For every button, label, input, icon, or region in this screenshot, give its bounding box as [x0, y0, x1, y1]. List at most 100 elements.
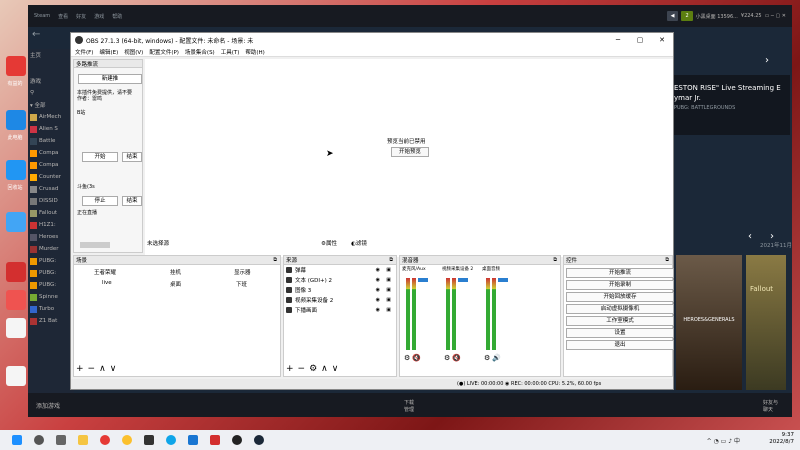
gear-icon[interactable]: ⚙ [444, 354, 450, 362]
menu-edit[interactable]: 编辑(E) [99, 48, 118, 56]
friends-chat-button[interactable]: 好友与 聊天 [763, 399, 778, 413]
downloads-button[interactable]: 下载 管理 [404, 399, 414, 413]
add-game-button[interactable]: 添加游戏 [36, 401, 60, 410]
desktop-icon-5[interactable] [6, 262, 26, 282]
visibility-icon[interactable]: ◉ [376, 287, 380, 293]
scene-item[interactable]: 下班 [236, 280, 286, 288]
system-tray-icons[interactable]: ^ ◔ ▭ ♪ 中 [707, 436, 740, 445]
menu-scene-collection[interactable]: 场景集合(S) [185, 48, 215, 56]
sidebar-header[interactable]: 游戏 [28, 75, 74, 87]
studio-mode-button[interactable]: 工作室模式 [566, 316, 674, 326]
steam-menu-view[interactable]: 查看 [58, 13, 68, 20]
add-icon[interactable]: + [286, 364, 294, 374]
muted-speaker-icon[interactable]: 🔇 [452, 354, 461, 362]
desktop-icon-8[interactable] [6, 366, 26, 386]
sidebar-game-item[interactable]: Crusad [28, 183, 74, 195]
dock-float-icon[interactable]: ⧉ [665, 257, 669, 263]
sidebar-game-item[interactable]: AirMech [28, 111, 74, 123]
up-icon[interactable]: ∧ [321, 364, 328, 374]
steam-menu-steam[interactable]: Steam [34, 13, 50, 19]
down-icon[interactable]: ∨ [110, 364, 117, 374]
window-controls[interactable]: ▭ ─ ▢ ✕ [765, 13, 786, 19]
obs-taskbar-icon[interactable] [232, 435, 242, 445]
sidebar-game-item[interactable]: Compa [28, 147, 74, 159]
dock-scrollbar[interactable] [80, 242, 110, 248]
sidebar-game-item[interactable]: Z1 Bat [28, 315, 74, 327]
muted-speaker-icon[interactable]: 🔇 [412, 354, 421, 362]
edge-icon[interactable] [166, 435, 176, 445]
douyu-end-button[interactable]: 结束 [122, 196, 142, 206]
bilibili-start-button[interactable]: 开始 [82, 152, 118, 162]
maximize-icon[interactable]: ▢ [629, 33, 651, 47]
start-preview-button[interactable]: 开始预览 [391, 147, 429, 157]
sidebar-all[interactable]: ▾ 全部 [28, 99, 74, 111]
sidebar-game-item[interactable]: Heroes [28, 231, 74, 243]
desktop-icon-6[interactable] [6, 290, 26, 310]
search-icon[interactable] [34, 435, 44, 445]
file-explorer-icon[interactable] [78, 435, 88, 445]
lock-icon[interactable]: ▣ [386, 277, 391, 283]
gear-icon[interactable]: ⚙ [484, 354, 490, 362]
scene-item[interactable]: live [102, 280, 152, 286]
desktop-icon-7[interactable] [6, 318, 26, 338]
scene-item[interactable]: 桌面 [170, 280, 220, 288]
volume-fader[interactable] [498, 278, 508, 282]
notification-badge[interactable]: 2 [681, 11, 693, 21]
douyu-stop-button[interactable]: 停止 [82, 196, 118, 206]
lock-icon[interactable]: ▣ [386, 307, 391, 313]
steam-menu-games[interactable]: 游戏 [94, 13, 104, 20]
lock-icon[interactable]: ▣ [386, 287, 391, 293]
scene-item[interactable]: 挂机 [170, 268, 220, 276]
sidebar-game-item[interactable]: Murder [28, 243, 74, 255]
lock-icon[interactable]: ▣ [386, 297, 391, 303]
app-blue-icon[interactable] [188, 435, 198, 445]
gear-icon[interactable]: ⚙ [309, 364, 317, 374]
virtual-camera-button[interactable]: 启动虚拟摄像机 [566, 304, 674, 314]
source-item[interactable]: 弹幕 ◉ ▣ [284, 265, 396, 275]
preview-area[interactable] [145, 59, 673, 257]
back-icon[interactable]: ← [32, 29, 40, 40]
properties-button[interactable]: ⚙属性 [321, 239, 337, 247]
game-tile-fallout[interactable]: Fallout [746, 255, 786, 390]
minimize-icon[interactable]: ─ [607, 33, 629, 47]
exit-button[interactable]: 退出 [566, 340, 674, 350]
add-icon[interactable]: + [76, 364, 84, 374]
remove-icon[interactable]: − [88, 364, 96, 374]
sidebar-game-item[interactable]: Counter [28, 171, 74, 183]
chrome-icon[interactable] [122, 435, 132, 445]
gear-icon[interactable]: ⚙ [404, 354, 410, 362]
settings-button[interactable]: 设置 [566, 328, 674, 338]
up-icon[interactable]: ∧ [99, 364, 106, 374]
sidebar-game-item[interactable]: DISSID [28, 195, 74, 207]
dock-float-icon[interactable]: ⧉ [389, 257, 393, 263]
sidebar-game-item[interactable]: H1Z1: [28, 219, 74, 231]
visibility-icon[interactable]: ◉ [376, 267, 380, 273]
feature-next-icon[interactable]: › [765, 55, 769, 66]
source-item[interactable]: 文本 (GDI+) 2 ◉ ▣ [284, 275, 396, 285]
steam-taskbar-icon[interactable] [254, 435, 264, 445]
steam-menu-help[interactable]: 帮助 [112, 13, 122, 20]
replay-buffer-button[interactable]: 开始回放缓存 [566, 292, 674, 302]
dock-float-icon[interactable]: ⧉ [553, 257, 557, 263]
scene-item[interactable]: 显示器 [234, 268, 284, 276]
bilibili-end-button[interactable]: 结束 [122, 152, 142, 162]
remove-icon[interactable]: − [298, 364, 306, 374]
sidebar-game-item[interactable]: Spinne [28, 291, 74, 303]
sidebar-home[interactable]: 主页 [28, 49, 74, 61]
dock-float-icon[interactable]: ⧉ [273, 257, 277, 263]
source-item[interactable]: 下播画面 ◉ ▣ [284, 305, 396, 315]
sidebar-game-item[interactable]: Compa [28, 159, 74, 171]
sidebar-game-item[interactable]: PUBG: [28, 267, 74, 279]
visibility-icon[interactable]: ◉ [376, 277, 380, 283]
desktop-icon-2[interactable] [6, 110, 26, 130]
sidebar-game-item[interactable]: Alien S [28, 123, 74, 135]
task-view-icon[interactable] [56, 435, 66, 445]
down-icon[interactable]: ∨ [332, 364, 339, 374]
desktop-icon-4[interactable] [6, 212, 26, 232]
carousel-prev-icon[interactable]: ‹ [748, 231, 752, 242]
app-red-icon[interactable] [100, 435, 110, 445]
sidebar-game-item[interactable]: Fallout [28, 207, 74, 219]
close-icon[interactable]: ✕ [651, 33, 673, 47]
desktop-icon-3[interactable] [6, 160, 26, 180]
scene-item[interactable]: 王者荣耀 [94, 268, 144, 276]
